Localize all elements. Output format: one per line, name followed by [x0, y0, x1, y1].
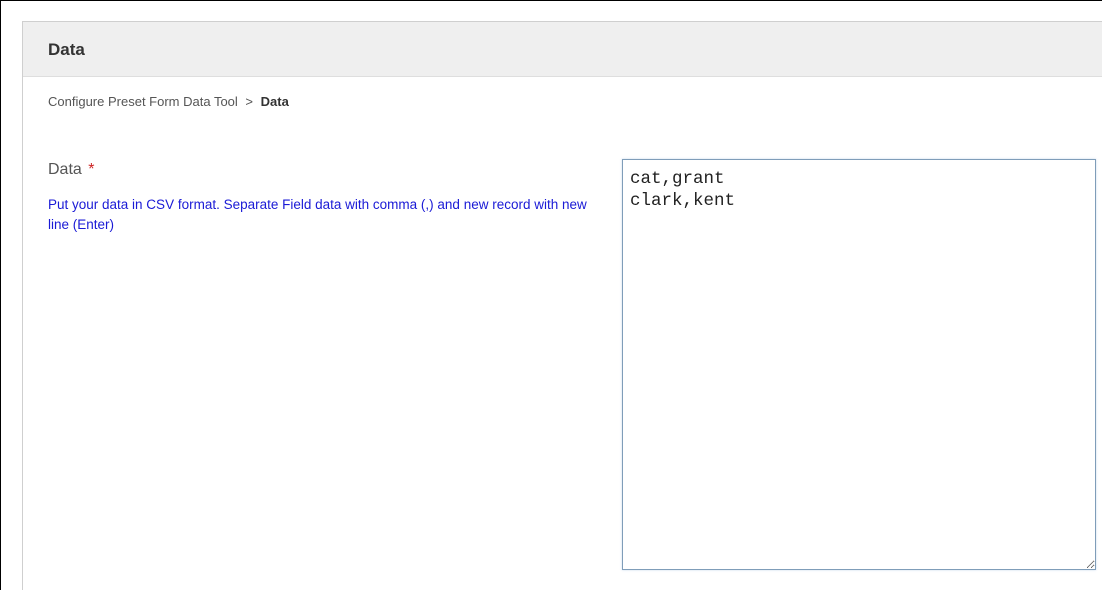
breadcrumb-separator: > — [245, 94, 254, 109]
breadcrumb: Configure Preset Form Data Tool > Data — [48, 94, 289, 109]
data-panel: Data Configure Preset Form Data Tool > D… — [22, 21, 1102, 590]
breadcrumb-current: Data — [260, 94, 289, 109]
required-marker: * — [88, 161, 95, 178]
data-field-label: Data * — [48, 161, 94, 179]
breadcrumb-parent[interactable]: Configure Preset Form Data Tool — [48, 94, 238, 109]
panel-header: Data — [23, 22, 1102, 77]
data-field-help: Put your data in CSV format. Separate Fi… — [48, 197, 587, 232]
panel-title: Data — [48, 40, 85, 59]
data-csv-textarea[interactable] — [622, 159, 1096, 570]
frame-border-top — [0, 0, 1102, 1]
data-field-label-text: Data — [48, 161, 82, 178]
window-frame: Data Configure Preset Form Data Tool > D… — [0, 0, 1102, 590]
frame-border-left — [0, 0, 1, 590]
